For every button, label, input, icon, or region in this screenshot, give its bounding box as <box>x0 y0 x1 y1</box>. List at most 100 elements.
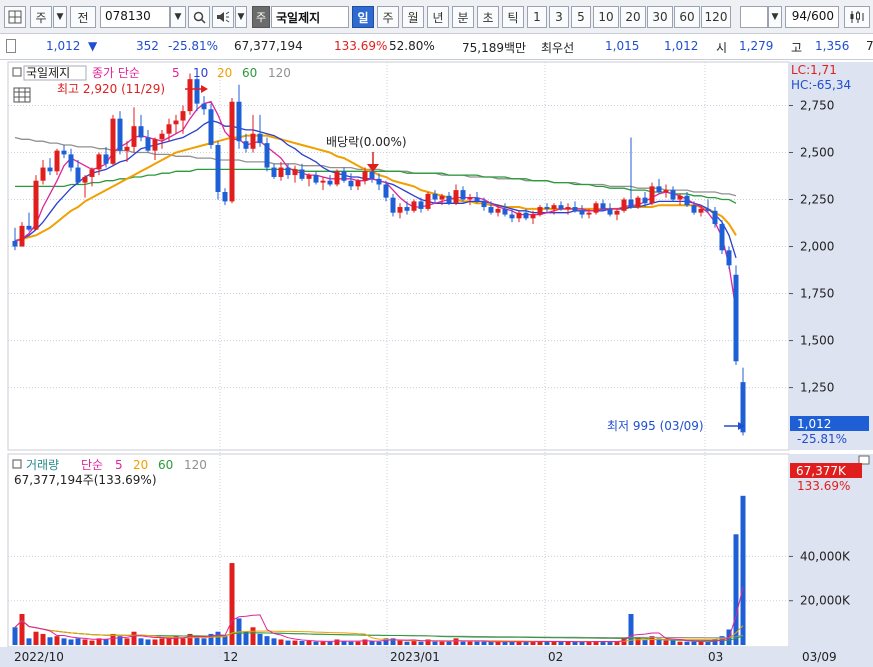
volume-bar <box>565 641 571 645</box>
trade-value: 75,189백만 <box>462 41 527 55</box>
volume-bar <box>558 641 564 645</box>
candle-body <box>495 208 501 213</box>
candle-body <box>124 146 130 151</box>
interval-20-button[interactable]: 20 <box>620 6 646 28</box>
candle-body <box>75 167 81 183</box>
candle-body <box>348 180 354 187</box>
turnover-ratio: 52.80% <box>389 39 435 53</box>
candle-body <box>243 141 249 149</box>
candle-body <box>614 210 620 215</box>
candle-body <box>425 193 431 209</box>
candle-body <box>446 195 452 204</box>
price-tick-label: 1,500 <box>800 334 834 348</box>
candle-body <box>68 154 74 168</box>
stock-code-dropdown-icon[interactable]: ▼ <box>170 6 186 28</box>
candle-body <box>47 167 53 172</box>
volume-bar <box>222 636 228 645</box>
period-month-button[interactable]: 월 <box>402 6 424 28</box>
candle-body <box>327 180 333 185</box>
market-type-dropdown-icon[interactable]: ▼ <box>53 6 67 28</box>
quote-bar: 1,012 ▼ 352 -25.81% 67,377,194 133.69% 5… <box>0 34 873 60</box>
panel-collapse-icon[interactable] <box>12 67 22 77</box>
vol-ma20-legend: 20 <box>133 458 148 472</box>
candle-body <box>656 186 662 192</box>
candle-body <box>278 167 284 177</box>
page-counter[interactable]: 94/600 <box>785 6 839 28</box>
period-day-button[interactable]: 일 <box>352 6 374 28</box>
table-view-icon[interactable] <box>13 87 31 103</box>
volume-bar <box>642 639 648 645</box>
stock-chart[interactable]: 2,750 2,500 2,250 2,000 1,750 1,500 1,250 국일제지… <box>0 60 873 667</box>
volume-bar <box>684 641 690 645</box>
volume-bar <box>327 641 333 645</box>
candle-body <box>26 225 32 230</box>
candle-body <box>663 190 669 192</box>
candle-body <box>705 208 711 211</box>
candle-body <box>313 175 319 183</box>
interval-1-button[interactable]: 1 <box>527 6 547 28</box>
volume-bar <box>733 534 739 645</box>
volume-bar <box>600 641 606 645</box>
candle-body <box>341 171 347 181</box>
market-type-selector[interactable]: 주 <box>30 6 52 28</box>
interval-30-button[interactable]: 30 <box>647 6 673 28</box>
period-minute-button[interactable]: 분 <box>452 6 474 28</box>
speaker-icon[interactable] <box>212 6 234 28</box>
volume-bar <box>12 627 18 645</box>
candle-body <box>383 184 389 198</box>
candle-body <box>670 190 676 200</box>
price-panel[interactable] <box>7 61 790 451</box>
candle-body <box>173 120 179 125</box>
search-icon[interactable] <box>188 6 210 28</box>
candle-body <box>103 154 109 164</box>
quote-expand-icon[interactable] <box>6 39 16 56</box>
candle-body <box>726 250 732 266</box>
candle-body <box>453 190 459 204</box>
price-tick-label: 1,750 <box>800 287 834 301</box>
interval-5-button[interactable]: 5 <box>571 6 591 28</box>
volume-collapse-icon[interactable] <box>12 459 22 469</box>
candle-body <box>691 205 697 213</box>
x-label-02: 02 <box>548 650 563 664</box>
volume-bar <box>180 638 186 645</box>
period-second-button[interactable]: 초 <box>477 6 499 28</box>
code-prefix-button[interactable]: 전 <box>70 6 96 28</box>
period-year-button[interactable]: 년 <box>427 6 449 28</box>
candle-body <box>19 225 25 247</box>
volume-bar <box>264 636 270 645</box>
interval-10-button[interactable]: 10 <box>593 6 619 28</box>
volume-bar <box>299 641 305 645</box>
candle-body <box>439 195 445 200</box>
candle-body <box>306 175 312 179</box>
volume-bar <box>159 638 165 645</box>
stock-name-display: 국일제지 <box>271 6 349 28</box>
trailing-value: 7 <box>866 39 873 53</box>
chart-tools-icon[interactable] <box>844 6 870 28</box>
interval-3-button[interactable]: 3 <box>549 6 569 28</box>
volume-bar <box>313 641 319 645</box>
candle-body <box>33 180 39 230</box>
volume-panel-close-icon[interactable] <box>858 455 870 465</box>
interval-60-button[interactable]: 60 <box>674 6 700 28</box>
price-panel-title: 국일제지 <box>26 66 70 80</box>
lc-value: LC:1,71 <box>791 63 837 77</box>
period-week-button[interactable]: 주 <box>377 6 399 28</box>
candle-body <box>649 186 655 204</box>
stock-code-input[interactable]: 078130 <box>100 6 170 28</box>
vol-ma5-legend: 5 <box>115 458 123 472</box>
candle-body <box>684 195 690 206</box>
volume-ratio: 133.69% <box>334 39 388 53</box>
vol-ma60-legend: 60 <box>158 458 173 472</box>
custom-interval-dropdown-icon[interactable]: ▼ <box>768 6 782 28</box>
volume-bar <box>201 638 207 645</box>
layout-grid-icon[interactable] <box>4 6 26 28</box>
interval-120-button[interactable]: 120 <box>701 6 731 28</box>
candle-body <box>215 144 221 192</box>
period-tick-button[interactable]: 틱 <box>502 6 524 28</box>
candle-body <box>558 205 564 209</box>
volume-bar <box>306 641 312 645</box>
hc-value: HC:-65,34 <box>791 78 851 92</box>
speaker-dropdown-icon[interactable]: ▼ <box>235 6 247 28</box>
volume-bar <box>740 495 746 645</box>
custom-interval-input[interactable] <box>740 6 768 28</box>
